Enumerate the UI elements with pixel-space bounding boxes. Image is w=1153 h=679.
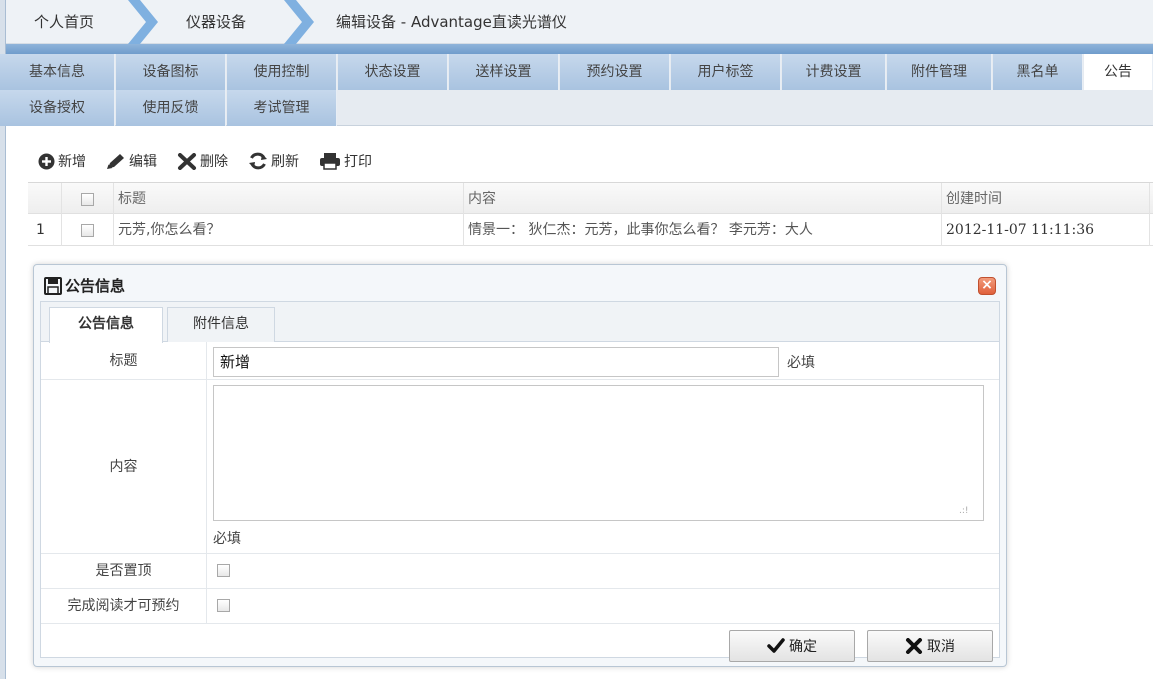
tab-usage-control[interactable]: 使用控制 (227, 54, 337, 90)
announcement-grid: 标题 内容 创建时间 1 元芳,你怎么看？ 情景一： 狄仁杰：元芳，此事你怎么看… (28, 182, 1153, 246)
close-x-icon (906, 638, 922, 654)
resize-grip-icon[interactable]: .:! (959, 506, 996, 551)
dialog-body: 公告信息 附件信息 标题 新增 必填 内容 .:! 必填 是否置顶 完成阅读才可… (40, 301, 1000, 662)
tab-equipment-authorization[interactable]: 设备授权 (0, 90, 115, 126)
tab-basic-info[interactable]: 基本信息 (0, 54, 115, 90)
grid-toolbar: 新增 编辑 删除 刷新 打印 (28, 140, 1153, 182)
plus-circle-icon (38, 153, 55, 169)
select-all-cell (62, 183, 114, 215)
add-label: 新增 (58, 154, 86, 170)
printer-icon (320, 153, 340, 170)
tab-sample-settings[interactable]: 送样设置 (449, 54, 559, 90)
row-created: 2012-11-07 11:11:36 (942, 214, 1150, 246)
tab-attachment-management[interactable]: 附件管理 (887, 54, 992, 90)
tab-attachment-info[interactable]: 附件信息 (167, 307, 275, 342)
tab-announcement[interactable]: 公告 (1084, 54, 1153, 90)
title-input[interactable]: 新增 (213, 347, 779, 377)
announcement-dialog: 公告信息 × 公告信息 附件信息 标题 新增 必填 内容 .:! 必填 是否置顶… (33, 264, 1007, 667)
refresh-button[interactable]: 刷新 (248, 151, 299, 171)
title-row: 标题 新增 必填 (41, 342, 999, 380)
delete-label: 删除 (200, 154, 228, 170)
chevron-right-icon (128, 0, 158, 44)
content-required-hint: 必填 (213, 531, 241, 547)
title-label: 标题 (41, 342, 207, 380)
content-textarea[interactable] (213, 385, 984, 521)
tab-user-tags[interactable]: 用户标签 (671, 54, 781, 90)
print-button[interactable]: 打印 (319, 151, 372, 171)
tab-equipment-icon[interactable]: 设备图标 (116, 54, 226, 90)
content-label: 内容 (41, 380, 207, 554)
cancel-button[interactable]: 取消 (867, 630, 993, 662)
pin-row: 是否置顶 (41, 554, 999, 589)
refresh-icon (249, 152, 267, 170)
row-number: 1 (28, 214, 62, 246)
column-header-content[interactable]: 内容 (464, 183, 942, 215)
row-content: 情景一： 狄仁杰：元芳，此事你怎么看？ 李元芳：大人 (464, 214, 942, 246)
refresh-label: 刷新 (271, 154, 299, 170)
tab-announcement-info[interactable]: 公告信息 (49, 307, 163, 343)
grid-header-row: 标题 内容 创建时间 (28, 182, 1153, 215)
chevron-right-icon (284, 0, 314, 44)
title-required-hint: 必填 (787, 355, 815, 371)
breadcrumb-equipment[interactable]: 仪器设备 (186, 0, 246, 44)
row-select-cell (62, 214, 114, 246)
tab-booking-settings[interactable]: 预约设置 (560, 54, 670, 90)
save-disk-icon (44, 277, 62, 295)
pin-checkbox[interactable] (217, 564, 230, 577)
breadcrumb-home[interactable]: 个人首页 (34, 0, 94, 44)
tab-status-settings[interactable]: 状态设置 (338, 54, 448, 90)
add-button[interactable]: 新增 (38, 151, 86, 171)
column-header-created[interactable]: 创建时间 (942, 183, 1150, 215)
read-required-label: 完成阅读才可预约 (41, 589, 207, 624)
tab-usage-feedback[interactable]: 使用反馈 (116, 90, 226, 126)
checkmark-icon (767, 638, 785, 653)
row-number-header (28, 183, 62, 215)
delete-button[interactable]: 删除 (177, 151, 228, 171)
dialog-title-text: 公告信息 (65, 277, 126, 295)
select-all-checkbox[interactable] (81, 192, 94, 206)
pin-label: 是否置顶 (41, 554, 207, 589)
read-required-row: 完成阅读才可预约 (41, 589, 999, 624)
breadcrumb: 个人首页 仪器设备 编辑设备 - Advantage直读光谱仪 (6, 0, 1153, 44)
confirm-label: 确定 (789, 639, 817, 655)
edit-label: 编辑 (129, 154, 157, 170)
row-title: 元芳,你怎么看？ (114, 214, 464, 246)
dialog-tab-strip: 公告信息 附件信息 (41, 302, 999, 343)
row-checkbox[interactable] (81, 223, 94, 237)
tab-exam-management[interactable]: 考试管理 (227, 90, 337, 126)
close-icon[interactable]: × (978, 277, 996, 295)
pencil-icon (107, 153, 124, 169)
header-separator (6, 44, 1153, 54)
confirm-button[interactable]: 确定 (729, 630, 855, 662)
table-row[interactable]: 1 元芳,你怎么看？ 情景一： 狄仁杰：元芳，此事你怎么看？ 李元芳：大人 20… (28, 214, 1153, 246)
settings-tab-strip: 基本信息 设备图标 使用控制 状态设置 送样设置 预约设置 用户标签 计费设置 … (0, 54, 1153, 126)
cancel-label: 取消 (927, 639, 955, 655)
edit-button[interactable]: 编辑 (106, 151, 157, 171)
print-label: 打印 (344, 154, 372, 170)
content-row: 内容 .:! 必填 (41, 380, 999, 554)
dialog-title: 公告信息 (44, 273, 125, 299)
tab-blacklist[interactable]: 黑名单 (993, 54, 1083, 90)
delete-x-icon (178, 152, 196, 170)
column-header-title[interactable]: 标题 (114, 183, 464, 215)
tab-billing-settings[interactable]: 计费设置 (782, 54, 886, 90)
read-required-checkbox[interactable] (217, 599, 230, 612)
breadcrumb-current: 编辑设备 - Advantage直读光谱仪 (336, 13, 567, 31)
